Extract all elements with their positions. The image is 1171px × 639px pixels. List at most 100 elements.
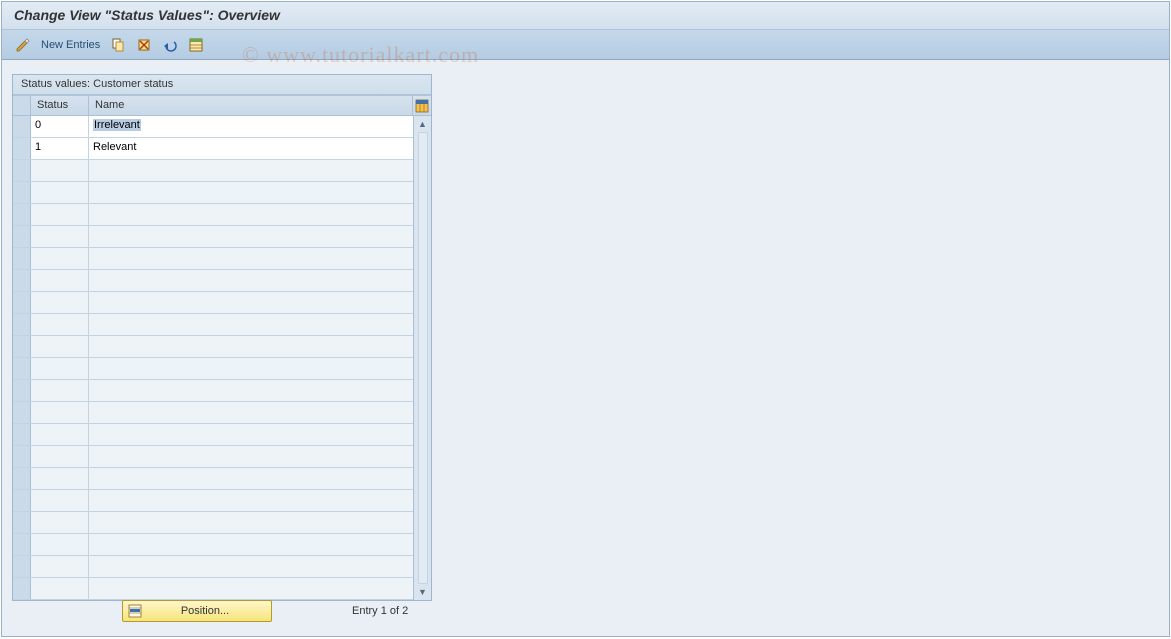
cell-status[interactable] — [31, 182, 89, 203]
row-selector[interactable] — [13, 336, 31, 357]
row-selector[interactable] — [13, 578, 31, 599]
row-selector[interactable] — [13, 314, 31, 335]
cell-status[interactable] — [31, 204, 89, 225]
cell-status[interactable] — [31, 226, 89, 247]
cell-name[interactable] — [89, 424, 413, 445]
configure-columns-button[interactable] — [413, 96, 431, 115]
cell-status[interactable] — [31, 468, 89, 489]
cell-name[interactable] — [89, 160, 413, 181]
cell-name[interactable] — [89, 270, 413, 291]
cell-status[interactable]: 0 — [31, 116, 89, 137]
table-row[interactable] — [13, 204, 413, 226]
cell-status[interactable] — [31, 160, 89, 181]
cell-status[interactable] — [31, 270, 89, 291]
cell-name[interactable] — [89, 556, 413, 577]
position-button[interactable]: Position... — [122, 600, 272, 622]
cell-status[interactable] — [31, 490, 89, 511]
row-selector[interactable] — [13, 248, 31, 269]
cell-name[interactable] — [89, 446, 413, 467]
table-row[interactable] — [13, 578, 413, 600]
row-selector[interactable] — [13, 424, 31, 445]
table-row[interactable] — [13, 512, 413, 534]
cell-name[interactable] — [89, 226, 413, 247]
row-selector[interactable] — [13, 490, 31, 511]
row-selector[interactable] — [13, 380, 31, 401]
undo-change-button[interactable] — [159, 35, 181, 55]
cell-name[interactable] — [89, 182, 413, 203]
row-selector[interactable] — [13, 270, 31, 291]
table-row[interactable] — [13, 292, 413, 314]
table-row[interactable] — [13, 380, 413, 402]
delete-button[interactable] — [133, 35, 155, 55]
table-row[interactable] — [13, 446, 413, 468]
cell-name[interactable] — [89, 358, 413, 379]
cell-name[interactable] — [89, 248, 413, 269]
row-selector[interactable] — [13, 226, 31, 247]
cell-name[interactable]: Irrelevant — [89, 116, 413, 137]
cell-status[interactable] — [31, 512, 89, 533]
vertical-scrollbar[interactable]: ▲ ▼ — [413, 116, 431, 600]
row-selector[interactable] — [13, 358, 31, 379]
table-row[interactable]: 1Relevant — [13, 138, 413, 160]
cell-status[interactable] — [31, 380, 89, 401]
cell-status[interactable] — [31, 534, 89, 555]
cell-status[interactable] — [31, 336, 89, 357]
cell-status[interactable] — [31, 402, 89, 423]
cell-name[interactable] — [89, 314, 413, 335]
table-row[interactable] — [13, 182, 413, 204]
cell-name[interactable] — [89, 512, 413, 533]
column-header-name[interactable]: Name — [89, 96, 413, 115]
table-row[interactable] — [13, 160, 413, 182]
table-row[interactable] — [13, 402, 413, 424]
cell-name[interactable] — [89, 534, 413, 555]
cell-name[interactable] — [89, 490, 413, 511]
toggle-display-change-button[interactable] — [12, 35, 34, 55]
cell-name[interactable] — [89, 204, 413, 225]
table-row[interactable] — [13, 248, 413, 270]
row-selector[interactable] — [13, 556, 31, 577]
table-row[interactable] — [13, 336, 413, 358]
column-selector[interactable] — [13, 96, 31, 115]
table-row[interactable] — [13, 226, 413, 248]
scroll-track[interactable] — [418, 132, 428, 584]
row-selector[interactable] — [13, 182, 31, 203]
cell-status[interactable] — [31, 358, 89, 379]
row-selector[interactable] — [13, 160, 31, 181]
table-row[interactable] — [13, 424, 413, 446]
cell-name[interactable] — [89, 468, 413, 489]
table-row[interactable] — [13, 556, 413, 578]
scroll-down-icon[interactable]: ▼ — [417, 586, 429, 598]
table-row[interactable] — [13, 314, 413, 336]
row-selector[interactable] — [13, 292, 31, 313]
cell-status[interactable] — [31, 424, 89, 445]
row-selector[interactable] — [13, 512, 31, 533]
cell-status[interactable] — [31, 556, 89, 577]
row-selector[interactable] — [13, 446, 31, 467]
cell-status[interactable]: 1 — [31, 138, 89, 159]
row-selector[interactable] — [13, 138, 31, 159]
scroll-up-icon[interactable]: ▲ — [417, 118, 429, 130]
cell-status[interactable] — [31, 292, 89, 313]
table-row[interactable]: 0Irrelevant — [13, 116, 413, 138]
cell-name[interactable] — [89, 578, 413, 599]
row-selector[interactable] — [13, 116, 31, 137]
table-row[interactable] — [13, 270, 413, 292]
cell-name[interactable] — [89, 336, 413, 357]
cell-status[interactable] — [31, 314, 89, 335]
new-entries-button[interactable]: New Entries — [38, 35, 103, 55]
table-row[interactable] — [13, 534, 413, 556]
copy-as-button[interactable] — [107, 35, 129, 55]
cell-name[interactable] — [89, 292, 413, 313]
cell-status[interactable] — [31, 248, 89, 269]
cell-status[interactable] — [31, 446, 89, 467]
row-selector[interactable] — [13, 402, 31, 423]
table-row[interactable] — [13, 468, 413, 490]
table-row[interactable] — [13, 490, 413, 512]
cell-status[interactable] — [31, 578, 89, 599]
column-header-status[interactable]: Status — [31, 96, 89, 115]
select-all-button[interactable] — [185, 35, 207, 55]
cell-name[interactable] — [89, 402, 413, 423]
row-selector[interactable] — [13, 204, 31, 225]
cell-name[interactable]: Relevant — [89, 138, 413, 159]
row-selector[interactable] — [13, 534, 31, 555]
